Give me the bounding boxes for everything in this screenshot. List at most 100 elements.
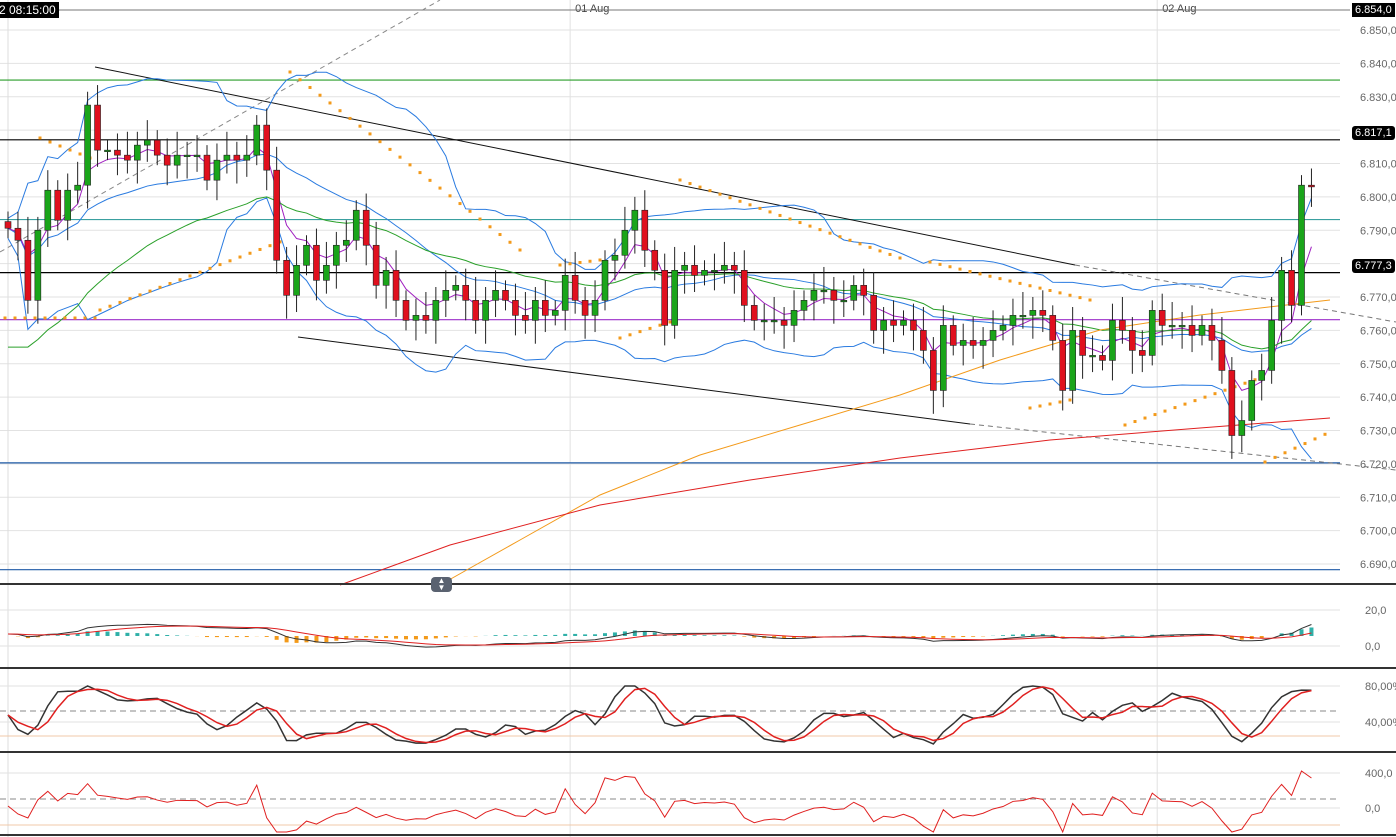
macd-histogram-bar <box>563 633 568 636</box>
macd-histogram-bar <box>413 636 418 640</box>
macd-histogram-bar <box>543 635 548 636</box>
sar-dot <box>1163 409 1167 413</box>
candle-body <box>641 209 649 251</box>
macd-histogram-bar <box>175 635 180 636</box>
candle-body <box>342 239 350 246</box>
sar-dot <box>1008 279 1012 283</box>
panel-tick-label: 0,0 <box>1365 803 1380 815</box>
sar-dot <box>508 240 512 244</box>
candle-body <box>890 320 897 326</box>
candle-body <box>1308 184 1315 188</box>
candle-body <box>183 154 191 157</box>
macd-histogram-bar <box>1010 634 1015 636</box>
panel-tick-label: 0,0 <box>1365 641 1380 653</box>
candle-body <box>1158 310 1166 326</box>
sar-dot <box>138 293 142 297</box>
sar-dot <box>438 186 442 190</box>
macd-histogram-bar <box>593 634 598 636</box>
candle-body <box>750 305 758 321</box>
sar-dot <box>1143 416 1147 420</box>
candle-body <box>1268 320 1275 371</box>
y-tick-label: 6.770,0 <box>1360 292 1396 304</box>
macd-histogram-bar <box>404 636 408 640</box>
candle-body <box>1258 370 1265 381</box>
candle-body <box>880 320 887 331</box>
macd-histogram-bar <box>55 635 60 636</box>
candle-body <box>1278 269 1285 321</box>
candle-body <box>1049 315 1057 341</box>
candle-body <box>44 189 52 231</box>
candle-body <box>1288 269 1295 306</box>
candle-body <box>989 330 997 341</box>
candle-body <box>840 300 848 303</box>
candle-body <box>273 169 280 261</box>
sar-dot <box>408 163 412 167</box>
candle-body <box>223 154 231 161</box>
sar-dot <box>218 263 222 267</box>
sar-dot <box>178 278 182 282</box>
macd-histogram-bar <box>553 634 558 636</box>
sar-dot <box>1213 392 1217 396</box>
macd-histogram-bar <box>1120 635 1125 636</box>
price-tag: 6.777,3 <box>1352 259 1395 273</box>
candle-body <box>1099 355 1106 361</box>
macd-histogram-bar <box>224 636 229 638</box>
sar-dot <box>888 252 892 256</box>
y-tick-label: 6.810,0 <box>1360 159 1396 171</box>
sar-dot <box>768 210 772 214</box>
candle-body <box>283 259 290 296</box>
macd-histogram-bar <box>244 636 249 638</box>
sar-dot <box>1058 291 1062 295</box>
sar-dot <box>308 85 312 89</box>
sar-dot <box>858 242 862 246</box>
candle-body <box>551 310 559 316</box>
sar-dot <box>618 336 622 340</box>
candle-body <box>770 320 778 323</box>
candle-body <box>74 184 81 191</box>
macd-histogram-bar <box>374 636 379 639</box>
sar-dot <box>1018 281 1022 285</box>
candle-body <box>1178 325 1186 328</box>
candle-body <box>561 275 569 311</box>
price-chart[interactable]: 6.850,0 6.840,0 6.830,0 6.810,0 6.800,0 6.790… <box>0 0 1396 837</box>
sar-dot <box>348 116 352 120</box>
candle-body <box>1298 184 1305 306</box>
candle-body <box>1109 320 1116 361</box>
y-tick-label: 6.690,0 <box>1360 559 1396 571</box>
candle-body <box>372 244 380 286</box>
candle-body <box>1168 325 1176 328</box>
macd-histogram-bar <box>1001 635 1005 636</box>
macd-histogram-bar <box>692 635 697 636</box>
sar-dot <box>468 209 472 213</box>
panel-resize-handle[interactable]: ▲ ▼ <box>431 577 452 592</box>
moving-average-red <box>339 417 1331 586</box>
sar-dot <box>128 297 132 301</box>
sar-dot <box>568 262 572 266</box>
candle-body <box>930 350 937 391</box>
candle-body <box>711 269 718 273</box>
sar-dot <box>1048 289 1052 292</box>
candle-body <box>1089 355 1096 358</box>
candle-body <box>1248 380 1256 421</box>
sar-dot <box>738 199 742 203</box>
sar-dot <box>448 194 452 198</box>
sar-dot <box>268 244 272 248</box>
macd-histogram-bar <box>423 636 428 640</box>
candle-body <box>432 300 440 321</box>
sar-dot <box>688 182 692 186</box>
macd-histogram-bar <box>205 636 209 638</box>
candle-body <box>293 264 300 296</box>
sar-dot <box>458 202 462 206</box>
candle-body <box>94 104 101 151</box>
candle-body <box>621 229 629 256</box>
sar-dot <box>948 265 952 269</box>
candle-body <box>1029 310 1037 316</box>
candle-body <box>14 227 22 241</box>
macd-signal-line <box>7 625 1312 646</box>
sar-dot <box>43 316 47 320</box>
trend-line-upper-extension <box>1074 264 1396 323</box>
candle-body <box>1148 310 1156 356</box>
candle-body <box>979 340 987 346</box>
sar-dot <box>63 316 67 320</box>
candle-body <box>502 290 509 301</box>
